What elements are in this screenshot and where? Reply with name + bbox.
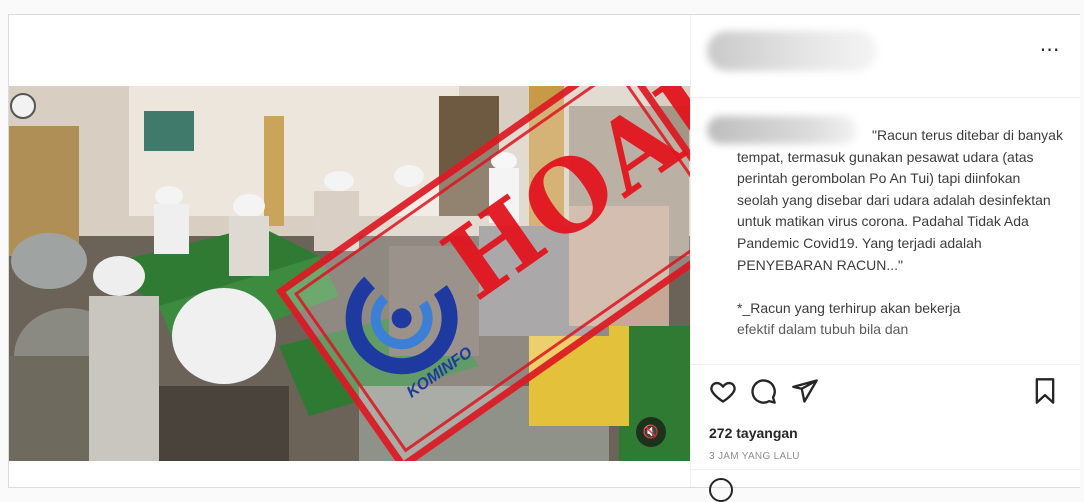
post-video[interactable]: KOMINFO HOAKS 🔇: [9, 86, 690, 461]
caption-text: "Racun terus ditebar di banyak tempat, t…: [737, 127, 1063, 316]
instagram-post: KOMINFO HOAKS 🔇 ⋯ "Racun terus ditebar d…: [8, 14, 1080, 502]
emoji-icon[interactable]: [709, 478, 733, 502]
send-icon[interactable]: [791, 377, 819, 405]
comment-icon[interactable]: [749, 377, 777, 405]
post-timestamp[interactable]: 3 JAM YANG LALU: [709, 451, 800, 462]
blurred-username[interactable]: [707, 31, 877, 71]
post-header: ⋯: [691, 15, 1080, 98]
heart-icon[interactable]: [709, 377, 737, 405]
mute-icon: 🔇: [642, 424, 660, 439]
more-options-icon[interactable]: ⋯: [1038, 40, 1062, 60]
mute-button[interactable]: 🔇: [636, 417, 666, 447]
add-comment-row[interactable]: [691, 469, 1080, 502]
caption-cutoff-line: efektif dalam tubuh bila dan: [737, 321, 909, 338]
bookmark-icon[interactable]: [1031, 377, 1059, 405]
view-count[interactable]: 272 tayangan: [709, 425, 798, 441]
post-caption: "Racun terus ditebar di banyak tempat, t…: [737, 125, 1063, 341]
caption-area: "Racun terus ditebar di banyak tempat, t…: [691, 98, 1080, 363]
post-actions: 272 tayangan 3 JAM YANG LALU: [691, 364, 1080, 502]
post-sidebar: ⋯ "Racun terus ditebar di banyak tempat,…: [690, 15, 1080, 502]
